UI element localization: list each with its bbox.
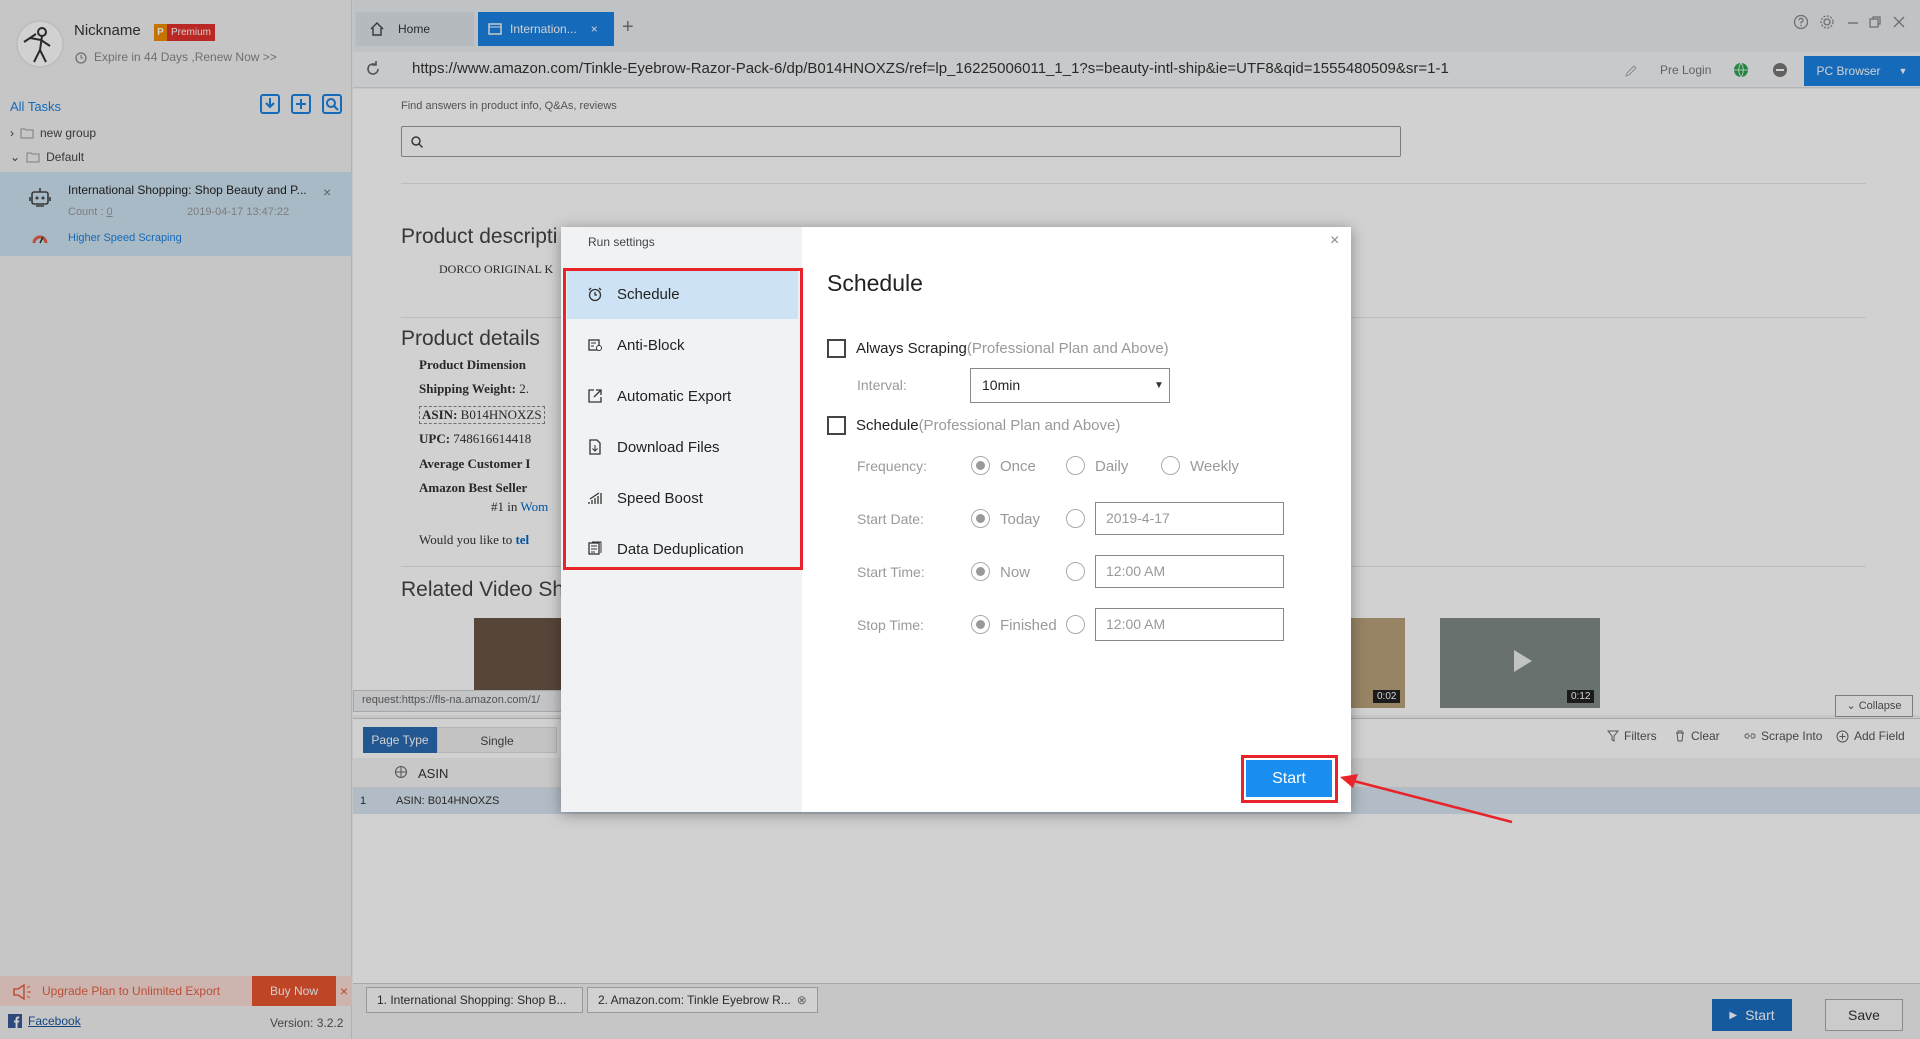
start-button[interactable]: Start <box>1246 760 1332 797</box>
frequency-weekly-radio[interactable] <box>1161 456 1180 475</box>
schedule-checkbox[interactable] <box>827 416 846 435</box>
red-arrow-annotation <box>1338 770 1518 826</box>
close-dialog-icon[interactable]: × <box>1330 232 1339 250</box>
frequency-label: Frequency: <box>857 458 928 474</box>
start-date-input[interactable]: 2019-4-17 <box>1095 502 1284 535</box>
interval-select[interactable]: 10min <box>970 368 1170 403</box>
start-time-custom-radio[interactable] <box>1066 562 1085 581</box>
schedule-heading: Schedule <box>827 270 923 296</box>
schedule-note: (Professional Plan and Above) <box>918 417 1121 434</box>
menu-highlight-box <box>563 268 803 570</box>
always-scraping-checkbox[interactable] <box>827 339 846 358</box>
stop-time-finished-label: Finished <box>1000 617 1057 634</box>
start-time-now-radio[interactable] <box>971 562 990 581</box>
start-time-now-label: Now <box>1000 564 1031 581</box>
schedule-text: Schedule <box>856 417 919 434</box>
dialog-title: Run settings <box>588 235 655 249</box>
start-date-today-label: Today <box>1000 511 1041 528</box>
always-label: Always Scraping <box>856 340 967 357</box>
always-note: (Professional Plan and Above) <box>966 340 1169 357</box>
start-date-label: Start Date: <box>857 511 924 527</box>
stop-time-finished-radio[interactable] <box>971 615 990 634</box>
stop-time-input[interactable]: 12:00 AM <box>1095 608 1284 641</box>
always-scraping-label: Always Scraping(Professional Plan and Ab… <box>856 340 1169 357</box>
start-time-label: Start Time: <box>857 564 925 580</box>
start-date-custom-radio[interactable] <box>1066 509 1085 528</box>
schedule-label: Schedule(Professional Plan and Above) <box>856 417 1120 434</box>
start-date-today-radio[interactable] <box>971 509 990 528</box>
frequency-once-label: Once <box>1000 458 1036 475</box>
start-time-input[interactable]: 12:00 AM <box>1095 555 1284 588</box>
caret-down-icon: ▼ <box>1154 380 1164 391</box>
stop-time-label: Stop Time: <box>857 617 924 633</box>
frequency-daily-label: Daily <box>1095 458 1129 475</box>
interval-label: Interval: <box>857 377 907 393</box>
stop-time-custom-radio[interactable] <box>1066 615 1085 634</box>
frequency-daily-radio[interactable] <box>1066 456 1085 475</box>
frequency-once-radio[interactable] <box>971 456 990 475</box>
frequency-weekly-label: Weekly <box>1190 458 1239 475</box>
